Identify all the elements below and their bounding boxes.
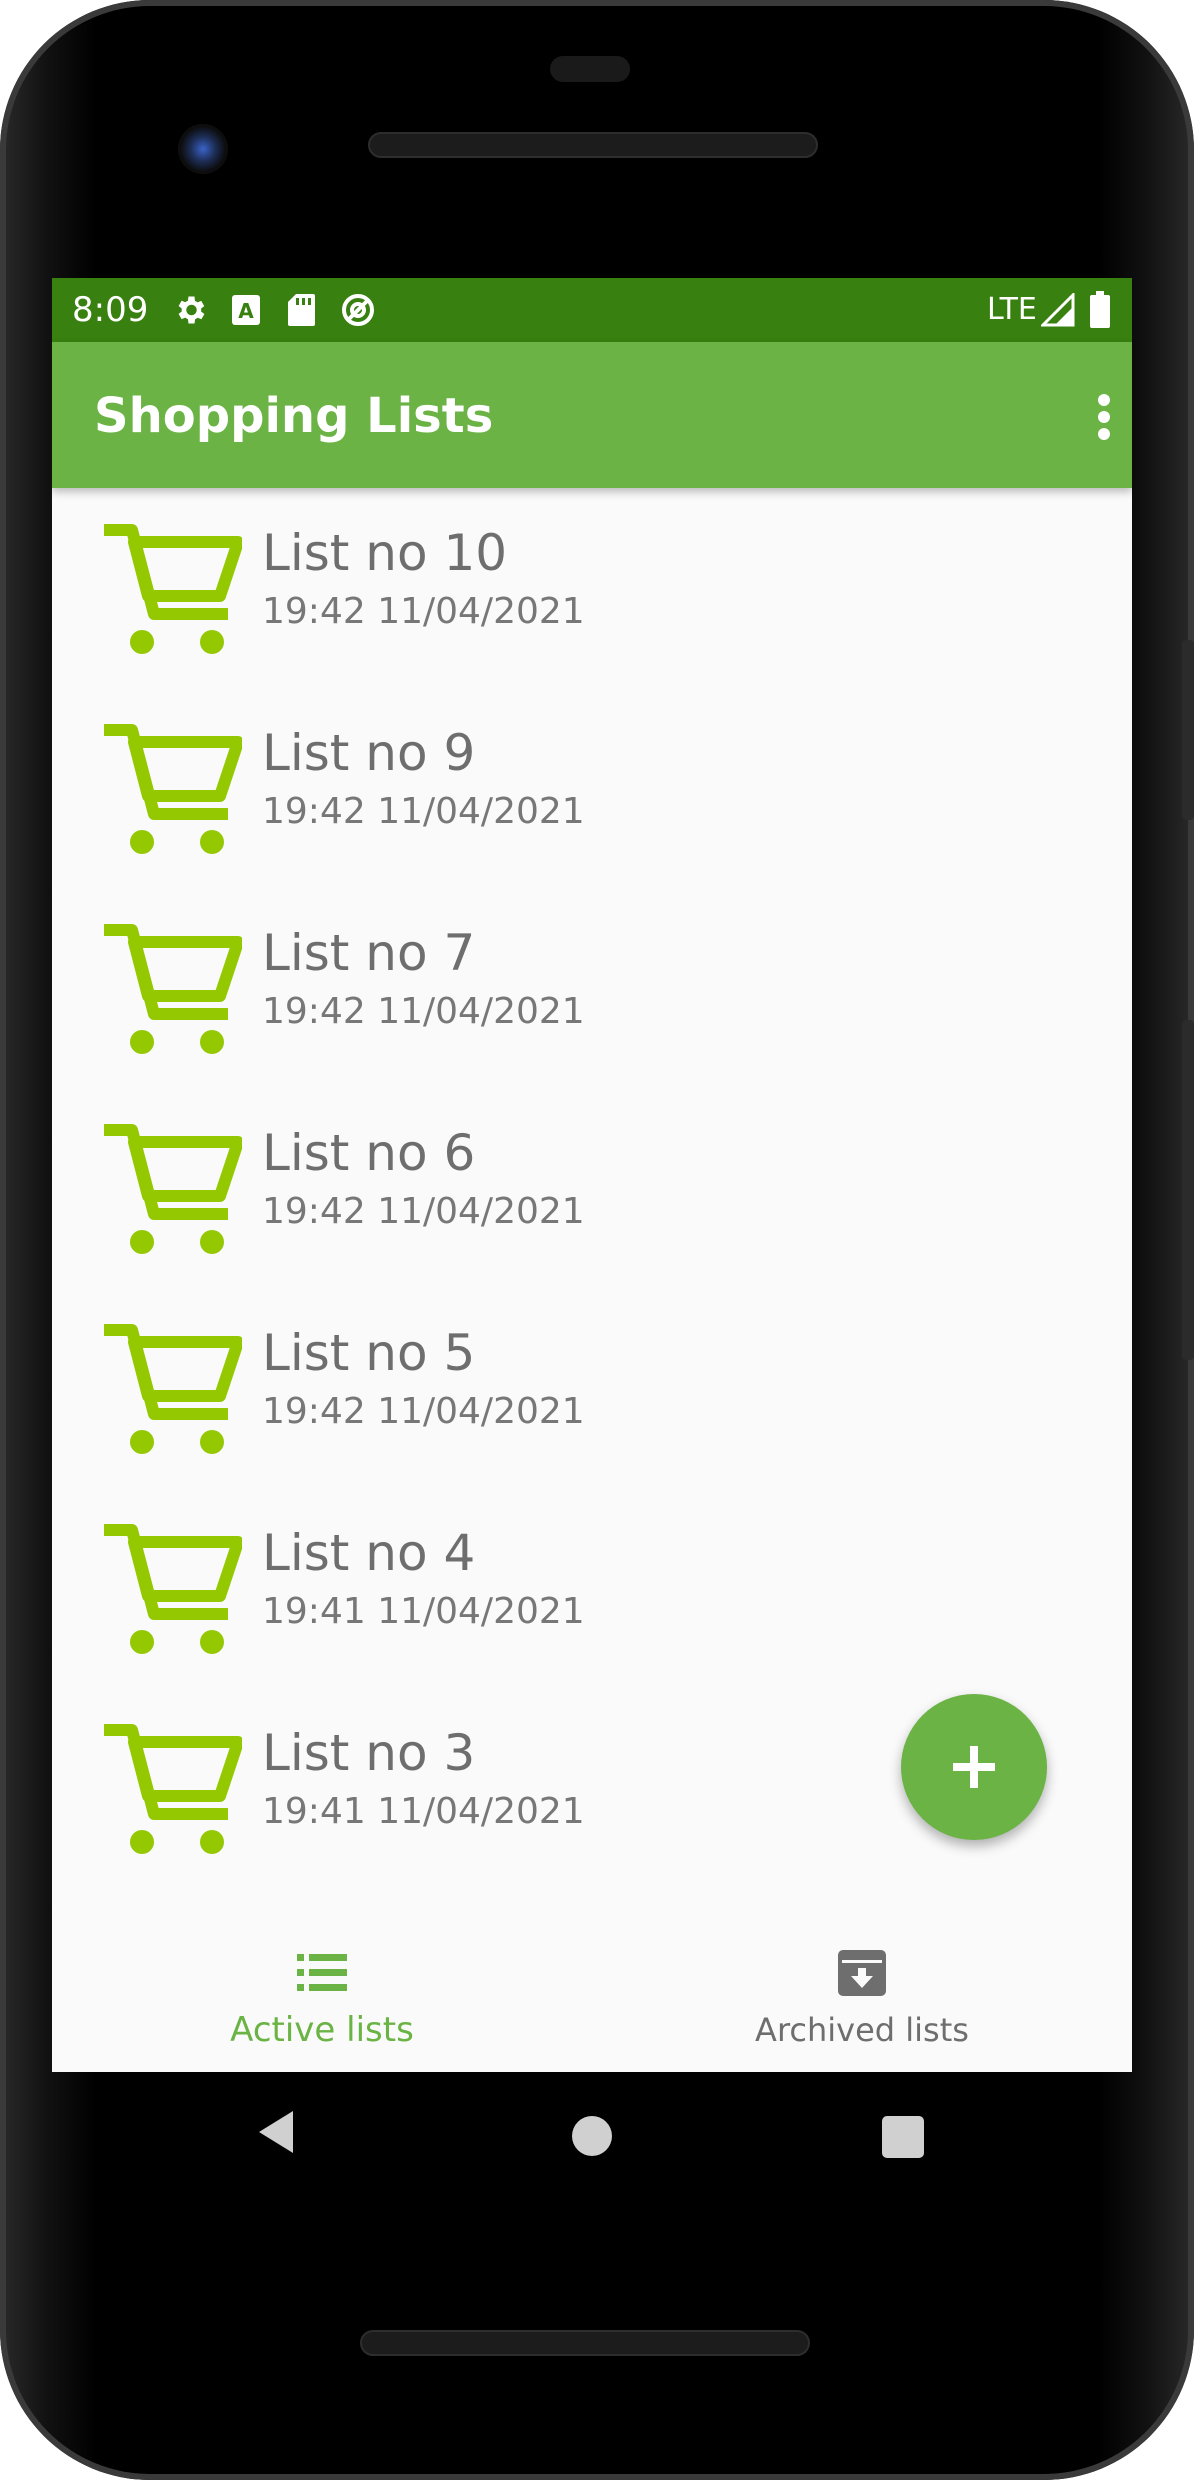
plus-icon (953, 1746, 995, 1788)
list-datetime: 19:42 11/04/2021 (262, 1191, 585, 1232)
earpiece-speaker (368, 132, 818, 158)
list-item[interactable]: List no 6 19:42 11/04/2021 (52, 1088, 1132, 1288)
shopping-cart-icon (101, 1320, 244, 1455)
tab-archived-lists[interactable]: Archived lists (592, 1918, 1132, 2072)
list-datetime: 19:42 11/04/2021 (262, 991, 585, 1032)
list-name: List no 5 (262, 1324, 476, 1382)
status-bar: 8:09 A LTE (52, 278, 1132, 342)
screen: 8:09 A LTE Shopping Lists List no 10 19:4… (52, 278, 1132, 2072)
shopping-cart-icon (101, 1720, 244, 1855)
power-button (1182, 640, 1194, 820)
archive-icon (838, 1950, 886, 1996)
back-icon[interactable] (257, 2109, 297, 2155)
list-item[interactable]: List no 9 19:42 11/04/2021 (52, 688, 1132, 888)
front-camera (178, 124, 228, 174)
no-sync-icon (338, 290, 378, 330)
shopping-cart-icon (101, 1520, 244, 1655)
app-bar: Shopping Lists (52, 342, 1132, 488)
list-item[interactable]: List no 4 19:41 11/04/2021 (52, 1488, 1132, 1688)
add-list-button[interactable] (901, 1694, 1047, 1840)
list-item[interactable]: List no 7 19:42 11/04/2021 (52, 888, 1132, 1088)
app-title: Shopping Lists (94, 388, 494, 444)
battery-icon (1086, 290, 1114, 330)
list-name: List no 6 (262, 1124, 476, 1182)
list-name: List no 10 (262, 524, 508, 582)
system-navigation-bar (52, 2072, 1132, 2198)
list-item[interactable]: List no 10 19:42 11/04/2021 (52, 488, 1132, 688)
list-datetime: 19:41 11/04/2021 (262, 1791, 585, 1832)
more-vert-icon[interactable] (1092, 390, 1116, 444)
network-type: LTE (987, 292, 1037, 327)
list-name: List no 4 (262, 1524, 476, 1582)
status-time: 8:09 (72, 290, 149, 330)
sd-card-icon (284, 290, 318, 330)
volume-button (1182, 1020, 1194, 1360)
recent-apps-icon[interactable] (882, 2116, 924, 2158)
list-item-partial[interactable] (52, 1888, 1132, 1918)
tab-label-active: Active lists (230, 2010, 414, 2050)
gear-icon (170, 290, 210, 330)
list-name: List no 3 (262, 1724, 476, 1782)
signal-icon (1038, 290, 1078, 330)
a-notification-icon: A (228, 290, 264, 330)
shopping-cart-icon (101, 520, 244, 655)
bottom-navigation: Active lists Archived lists (52, 1918, 1132, 2072)
list-datetime: 19:42 11/04/2021 (262, 591, 585, 632)
tab-label-archived: Archived lists (755, 2011, 969, 2049)
list-name: List no 7 (262, 924, 476, 982)
shopping-cart-icon (101, 720, 244, 855)
bottom-speaker (360, 2330, 810, 2356)
list-name: List no 9 (262, 724, 476, 782)
sensor (550, 56, 630, 82)
home-icon[interactable] (572, 2116, 612, 2156)
list-datetime: 19:42 11/04/2021 (262, 1391, 585, 1432)
list-datetime: 19:41 11/04/2021 (262, 1591, 585, 1632)
shopping-cart-icon (101, 920, 244, 1055)
list-datetime: 19:42 11/04/2021 (262, 791, 585, 832)
list-icon (297, 1954, 347, 1991)
svg-text:A: A (238, 299, 254, 323)
shopping-cart-icon (101, 1120, 244, 1255)
tab-active-lists[interactable]: Active lists (52, 1918, 592, 2072)
list-item[interactable]: List no 5 19:42 11/04/2021 (52, 1288, 1132, 1488)
